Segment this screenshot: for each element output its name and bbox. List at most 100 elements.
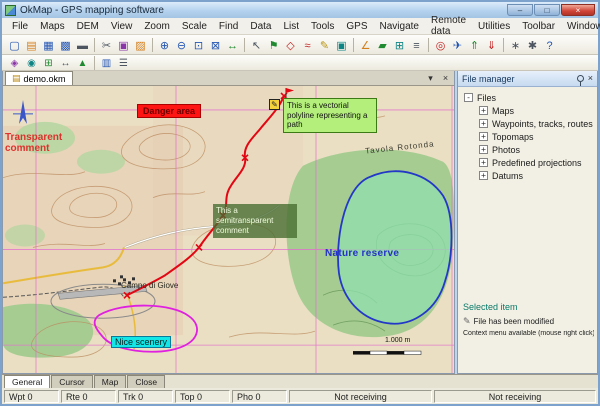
waypoint-icon[interactable]: ⚑ (265, 37, 282, 53)
grid-icon[interactable]: ⊞ (391, 37, 408, 53)
calibrate-icon[interactable]: ∗ (507, 37, 524, 53)
minimize-button[interactable]: – (507, 4, 533, 16)
print-icon[interactable]: ▬ (74, 37, 91, 53)
menu-scale[interactable]: Scale (176, 20, 213, 33)
menu-navigate[interactable]: Navigate (374, 20, 425, 33)
scale-label: 1.000 m (385, 337, 410, 344)
select-cursor-icon[interactable]: ↖ (248, 37, 265, 53)
menu-view[interactable]: View (105, 20, 139, 33)
tree-item-waypoints[interactable]: + Waypoints, tracks, routes (479, 117, 595, 130)
zoom-in-icon[interactable]: ⊕ (156, 37, 173, 53)
coordinates-icon[interactable]: ⊞ (40, 56, 57, 69)
open-folder-icon[interactable]: ▤ (23, 37, 40, 53)
tree-item-files[interactable]: - Files (464, 91, 595, 104)
status-bar: Wpt 0 Rte 0 Trk 0 Top 0 Pho 0 Not receiv… (2, 388, 598, 404)
new-document-icon[interactable]: ▢ (6, 37, 23, 53)
tree-collapse-icon[interactable]: - (464, 93, 473, 102)
panel-close-icon[interactable]: × (588, 74, 593, 83)
zoom-full-icon[interactable]: ⊠ (207, 37, 224, 53)
tree-label-photos: Photos (492, 145, 520, 155)
settings-icon[interactable]: ✱ (524, 37, 541, 53)
menu-dem[interactable]: DEM (71, 20, 105, 33)
menu-data[interactable]: Data (244, 20, 277, 33)
layers-icon[interactable]: ≡ (408, 37, 425, 53)
gps-icon[interactable]: ◎ (432, 37, 449, 53)
tree-expand-icon[interactable]: + (479, 158, 488, 167)
ruler-icon[interactable]: ∠ (357, 37, 374, 53)
map-canvas[interactable]: Danger area Transparent comment ✎ This i… (3, 86, 454, 373)
town-name-label: Campo di Giove (121, 281, 178, 290)
vector-polyline-note-label: This is a vectorial polyline representin… (283, 98, 377, 133)
tree-item-photos[interactable]: + Photos (479, 143, 595, 156)
title-bar: OkMap - GPS mapping software – □ × (2, 2, 598, 18)
tree-expand-icon[interactable]: + (479, 171, 488, 180)
app-icon (5, 5, 16, 16)
help-icon[interactable]: ? (541, 37, 558, 53)
zoom-out-icon[interactable]: ⊖ (173, 37, 190, 53)
tree-label-waypoints: Waypoints, tracks, routes (492, 119, 593, 129)
photo-icon[interactable]: ▣ (333, 37, 350, 53)
menu-file[interactable]: File (6, 20, 34, 33)
tree-item-projections[interactable]: + Predefined projections (479, 156, 595, 169)
pin-icon[interactable] (577, 75, 584, 82)
pan-icon[interactable]: ↔ (224, 37, 241, 53)
download-icon[interactable]: ⇓ (483, 37, 500, 53)
route-icon[interactable]: ◇ (282, 37, 299, 53)
file-tree: - Files + Maps + Waypoints, tracks, rout… (458, 87, 597, 184)
copy-icon[interactable]: ▣ (115, 37, 132, 53)
save-icon[interactable]: ▦ (40, 37, 57, 53)
menu-maps[interactable]: Maps (34, 20, 70, 33)
menu-utilities[interactable]: Utilities (472, 20, 516, 33)
close-button[interactable]: × (561, 4, 595, 16)
upload-icon[interactable]: ⇑ (466, 37, 483, 53)
menu-windows[interactable]: Windows (561, 20, 600, 33)
menu-gps[interactable]: GPS (340, 20, 373, 33)
menu-toolbar[interactable]: Toolbar (516, 20, 561, 33)
menu-tools[interactable]: Tools (305, 20, 340, 33)
area-icon[interactable]: ▰ (374, 37, 391, 53)
map-panel: ▤ demo.okm ▾ × (2, 71, 455, 374)
file-manager-header: File manager × (458, 71, 597, 87)
tree-expand-icon[interactable]: + (479, 132, 488, 141)
tab-label: demo.okm (24, 74, 66, 84)
save-all-icon[interactable]: ▩ (57, 37, 74, 53)
zoom-selection-icon[interactable]: ⊡ (190, 37, 207, 53)
status-toponyms: Top 0 (175, 390, 230, 403)
comment-icon[interactable]: ✎ (316, 37, 333, 53)
tree-label-topomaps: Topomaps (492, 132, 534, 142)
tree-expand-icon[interactable]: + (479, 119, 488, 128)
tab-demo-okm[interactable]: ▤ demo.okm (5, 71, 73, 85)
navigate-icon[interactable]: ✈ (449, 37, 466, 53)
menu-zoom[interactable]: Zoom (138, 20, 176, 33)
tab-cursor[interactable]: Cursor (51, 375, 93, 388)
main-toolbar: ▢ ▤ ▦ ▩ ▬ ✂ ▣ ▨ ⊕ ⊖ ⊡ ⊠ ↔ ↖ ⚑ ◇ ≈ ✎ ▣ ∠ … (2, 35, 598, 55)
statistics-icon[interactable]: ▥ (98, 56, 115, 69)
menu-list[interactable]: List (277, 20, 305, 33)
tab-list-dropdown-icon[interactable]: ▾ (424, 72, 437, 83)
tree-item-datums[interactable]: + Datums (479, 169, 595, 182)
distance-icon[interactable]: ↔ (57, 56, 74, 69)
paste-icon[interactable]: ▨ (132, 37, 149, 53)
note-pencil-icon: ✎ (269, 99, 280, 110)
track-icon[interactable]: ≈ (299, 37, 316, 53)
elevation-icon[interactable]: ▲ (74, 56, 91, 69)
projection-icon[interactable]: ◉ (23, 56, 40, 69)
tab-general[interactable]: General (4, 375, 50, 388)
menu-find[interactable]: Find (213, 20, 244, 33)
tree-item-topomaps[interactable]: + Topomaps (479, 130, 595, 143)
tab-close-icon[interactable]: × (439, 72, 452, 83)
maximize-button[interactable]: □ (534, 4, 560, 16)
options-icon[interactable]: ☰ (115, 56, 132, 69)
tab-close[interactable]: Close (127, 375, 165, 388)
datum-icon[interactable]: ◈ (6, 56, 23, 69)
document-tab-bar: ▤ demo.okm ▾ × (3, 71, 454, 86)
status-routes: Rte 0 (61, 390, 116, 403)
cut-icon[interactable]: ✂ (98, 37, 115, 53)
tree-item-maps[interactable]: + Maps (479, 104, 595, 117)
tab-map[interactable]: Map (94, 375, 127, 388)
tree-expand-icon[interactable]: + (479, 145, 488, 154)
status-tracks: Trk 0 (118, 390, 173, 403)
bottom-tab-bar: General Cursor Map Close (2, 374, 598, 388)
status-waypoints: Wpt 0 (4, 390, 59, 403)
tree-expand-icon[interactable]: + (479, 106, 488, 115)
